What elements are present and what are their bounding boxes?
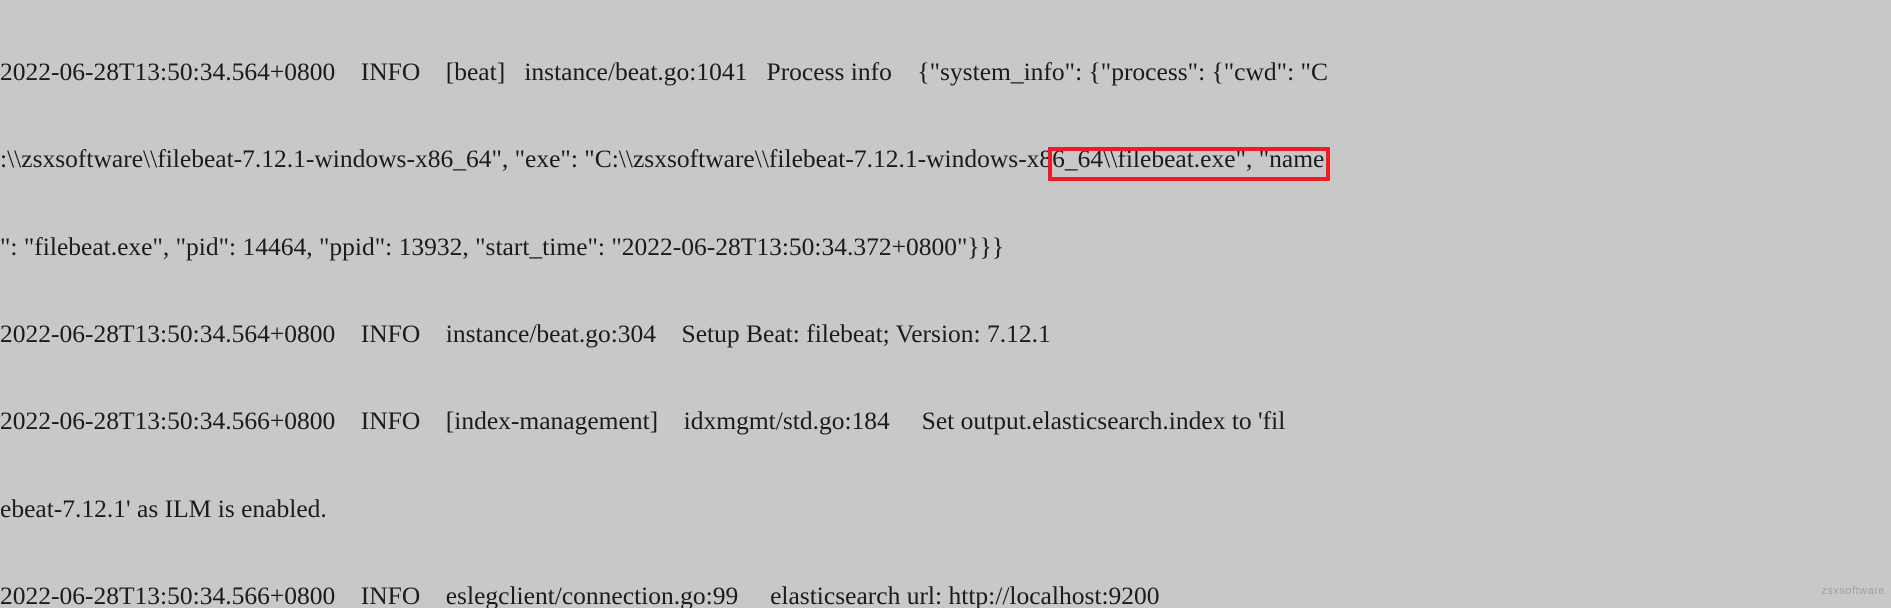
log-line: 2022-06-28T13:50:34.564+0800 INFO [beat]… [0,57,1328,87]
log-output: 2022-06-28T13:50:34.564+0800 INFO [beat]… [0,0,1891,608]
log-line: ": "filebeat.exe", "pid": 14464, "ppid":… [0,231,1005,261]
log-line: 2022-06-28T13:50:34.566+0800 INFO [index… [0,406,1286,436]
log-line: :\\zsxsoftware\\filebeat-7.12.1-windows-… [0,144,1325,174]
terminal-console[interactable]: 2022-06-28T13:50:34.564+0800 INFO [beat]… [0,0,1891,608]
log-line: 2022-06-28T13:50:34.564+0800 INFO instan… [0,319,1051,349]
log-line: ebeat-7.12.1' as ILM is enabled. [0,493,327,523]
console-cursor-row [0,594,1891,608]
